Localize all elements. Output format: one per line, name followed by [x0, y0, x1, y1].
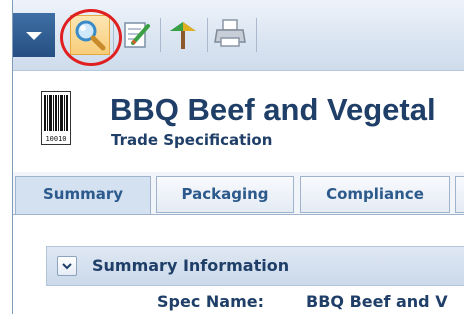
toolbar-separator	[160, 18, 161, 52]
summary-section-header[interactable]: Summary Information	[46, 246, 464, 286]
tab-packaging[interactable]: Packaging	[156, 176, 294, 213]
workflow-button[interactable]	[164, 15, 204, 55]
highlight-circle	[60, 9, 122, 66]
edit-button[interactable]	[117, 15, 157, 55]
tab-label: Summary	[42, 185, 124, 203]
chevron-down-icon	[62, 263, 72, 270]
workflow-icon	[170, 22, 196, 49]
tab-compliance[interactable]: Compliance	[300, 176, 450, 213]
collapse-button[interactable]	[57, 256, 77, 276]
barcode-icon: 10010	[41, 91, 71, 145]
tab-label: Packaging	[181, 185, 269, 203]
section-title: Summary Information	[92, 256, 290, 275]
page-subtitle: Trade Specification	[111, 131, 273, 149]
spec-name-value: BBQ Beef and V	[306, 292, 448, 311]
page-title: BBQ Beef and Vegetal	[110, 92, 436, 127]
tab-summary[interactable]: Summary	[15, 176, 151, 214]
chevron-down-icon	[26, 32, 42, 40]
toolbar-separator	[207, 18, 208, 52]
printer-icon	[214, 19, 246, 47]
app-window: 10010 BBQ Beef and Vegetal Trade Specifi…	[12, 0, 464, 314]
svg-text:10010: 10010	[45, 135, 66, 143]
tab-label: Compliance	[326, 185, 424, 203]
spec-name-label: Spec Name:	[157, 292, 264, 311]
toolbar	[13, 0, 464, 71]
print-button[interactable]	[212, 15, 252, 55]
edit-icon	[124, 22, 150, 48]
tab-overflow[interactable]	[455, 176, 464, 213]
tab-bar: Summary Packaging Compliance	[13, 172, 464, 215]
menu-dropdown-button[interactable]	[13, 13, 55, 57]
toolbar-separator	[256, 18, 257, 52]
